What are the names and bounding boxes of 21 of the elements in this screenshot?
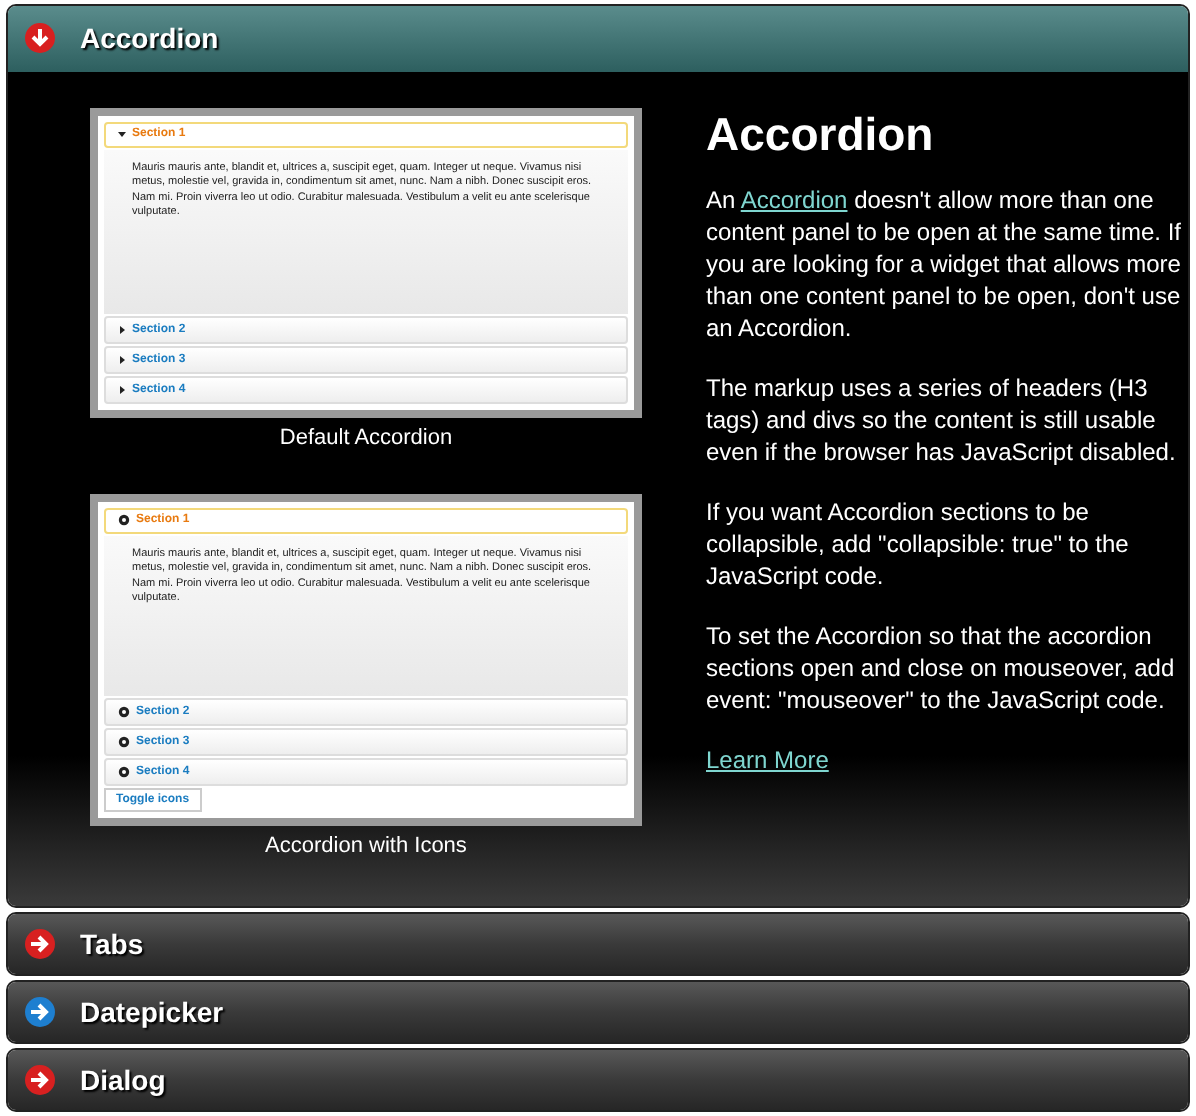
paragraph: To set the Accordion so that the accordion sections open and close on mouseover, add event: "mouseover" to the JavaScript code. <box>706 619 1177 716</box>
paragraph: An Accordion doesn't allow more than one content panel to be open at the same time. If you are looking for a widget that allows more than one content panel to be open, don't use an Accordion. <box>706 183 1183 344</box>
accordion-link[interactable]: Accordion <box>740 185 848 214</box>
right-triangle-icon <box>118 325 126 334</box>
accordion-header[interactable]: Tabs <box>8 914 1188 975</box>
circle-icon <box>118 765 130 778</box>
down-triangle-icon <box>118 130 126 139</box>
learn-more-link[interactable]: Learn More <box>706 745 829 774</box>
figure-caption: Default Accordion <box>279 425 453 450</box>
accordion-header[interactable]: Accordion <box>8 6 1188 72</box>
paragraph: If you want Accordion sections to be collapsible, add "collapsible: true" to the JavaScript code. <box>706 495 1131 592</box>
circle-icon <box>118 514 130 527</box>
figure-caption: Accordion with Icons <box>265 833 467 858</box>
circle-icon <box>118 705 130 718</box>
article-heading: Accordion <box>706 107 936 160</box>
right-triangle-icon <box>118 355 126 364</box>
accordion-header[interactable]: Datepicker <box>8 982 1188 1043</box>
circle-icon <box>118 735 130 748</box>
accordion-header[interactable]: Dialog <box>8 1050 1188 1110</box>
paragraph: The markup uses a series of headers (H3 tags) and divs so the content is still usable even if the browser has JavaScript disabled. <box>706 371 1178 468</box>
right-triangle-icon <box>118 385 126 394</box>
